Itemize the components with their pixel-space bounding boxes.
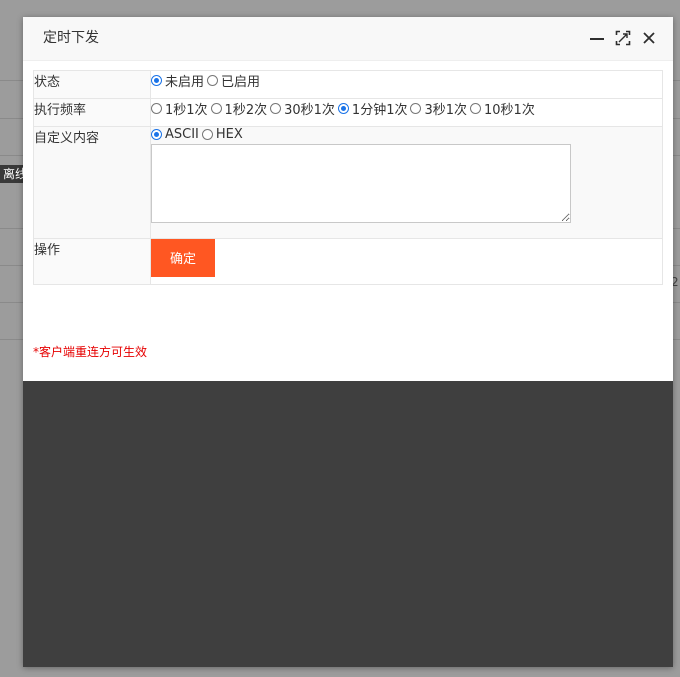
radio-frequency-3s-1x[interactable]: 3秒1次 [410,99,467,118]
radio-frequency-10s-1x[interactable]: 10秒1次 [470,99,535,118]
form-row-frequency: 执行频率 1秒1次 1秒2次 30秒1次 1分钟1次 3秒1次 10秒1次 [33,98,663,127]
operation-label: 操作 [33,238,151,285]
close-icon[interactable] [641,30,657,46]
form-row-custom-content: 自定义内容 ASCII HEX [33,126,663,239]
status-options: 未启用 已启用 [150,70,663,99]
radio-label: 30秒1次 [284,103,335,118]
radio-label: 1秒1次 [165,103,208,118]
radio-label: 未启用 [165,75,205,90]
radio-label: HEX [215,127,243,142]
minimize-icon[interactable] [589,30,605,46]
radio-frequency-1min-1x[interactable]: 1分钟1次 [337,99,408,118]
frequency-label: 执行频率 [33,98,151,127]
radio-dot [270,103,282,114]
radio-dot [207,75,219,86]
radio-dot [210,103,222,114]
radio-dot [470,103,482,114]
radio-label: ASCII [165,127,199,142]
radio-status-enabled[interactable]: 已启用 [207,71,260,90]
radio-dot [337,103,349,114]
radio-label: 10秒1次 [484,103,535,118]
radio-frequency-30s-1x[interactable]: 30秒1次 [270,99,335,118]
radio-frequency-1s-2x[interactable]: 1秒2次 [210,99,268,118]
dialog-body: 状态 未启用 已启用 执行频率 1秒1次 1秒2次 30秒1次 1分钟1次 3秒… [23,61,673,381]
custom-content-textarea[interactable] [151,144,571,223]
radio-status-disabled[interactable]: 未启用 [151,71,204,90]
custom-content-options: ASCII HEX [150,126,663,239]
custom-content-label: 自定义内容 [33,126,151,239]
settings-form-table: 状态 未启用 已启用 执行频率 1秒1次 1秒2次 30秒1次 1分钟1次 3秒… [33,70,663,285]
radio-label: 3秒1次 [424,103,468,118]
radio-dot [151,103,162,114]
dialog-header: 定时下发 [23,17,673,61]
radio-frequency-1s-1x[interactable]: 1秒1次 [151,99,208,118]
form-row-status: 状态 未启用 已启用 [33,70,663,99]
operation-cell: 确定 [150,238,663,285]
radio-dot [151,129,162,140]
reconnect-note: *客户端重连方可生效 [33,345,148,359]
scheduled-send-dialog: 定时下发 状态 未启用 已启用 执行频率 1秒1次 1秒2次 30秒1次 1分钟… [23,17,673,667]
radio-dot [151,75,162,86]
confirm-button[interactable]: 确定 [151,239,215,277]
radio-dot [410,103,422,114]
radio-label: 1秒2次 [224,103,268,118]
status-label: 状态 [33,70,151,99]
dialog-window-controls [589,30,657,48]
radio-format-ascii[interactable]: ASCII [151,127,199,142]
radio-label: 1分钟1次 [351,103,408,118]
radio-label: 已启用 [221,75,261,90]
frequency-options: 1秒1次 1秒2次 30秒1次 1分钟1次 3秒1次 10秒1次 [150,98,663,127]
radio-dot [201,129,213,140]
form-row-operation: 操作 确定 [33,238,663,285]
maximize-icon[interactable] [615,30,631,46]
dialog-title: 定时下发 [43,30,99,46]
radio-format-hex[interactable]: HEX [201,127,243,142]
